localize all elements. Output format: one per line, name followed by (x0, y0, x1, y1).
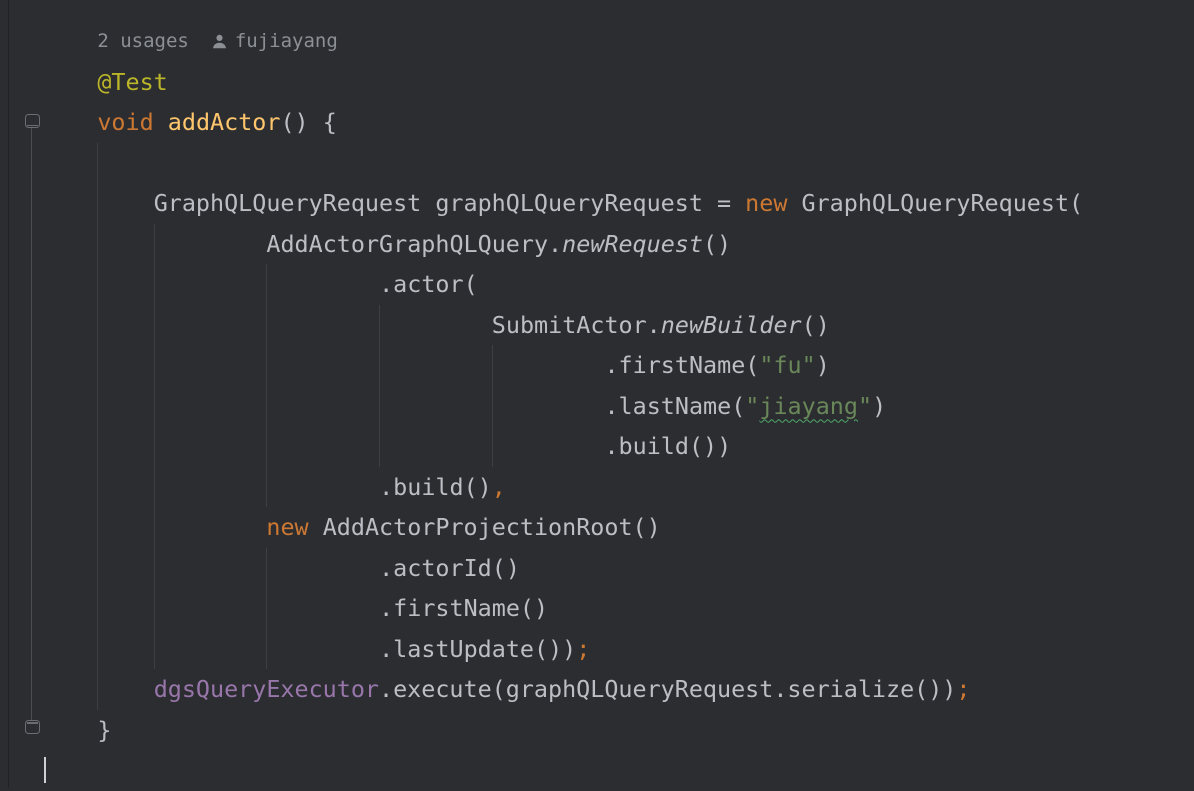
code-line[interactable]: new AddActorProjectionRoot() (41, 507, 1194, 548)
code-line[interactable] (41, 750, 1194, 791)
code-line[interactable]: .actor( (41, 264, 1194, 305)
code-token: , (492, 473, 506, 501)
code-token: AddActorProjectionRoot() (309, 513, 661, 541)
code-token: new (266, 513, 308, 541)
code-token: newBuilder (661, 311, 802, 339)
user-icon (189, 30, 235, 52)
code-token: ) (816, 351, 830, 379)
code-token: () (802, 311, 830, 339)
code-token: .build()) (604, 432, 731, 460)
ide-editor-window: { "app": { "background": "#2b2d31" }, "e… (0, 0, 1194, 788)
code-token: new (745, 189, 787, 217)
code-token: newRequest (562, 230, 703, 258)
code-token: " (858, 392, 872, 420)
editor-screen: 2 usages fujiayang @Test void addActor() { G… (0, 0, 1194, 788)
annotation-token: @Test (97, 68, 167, 96)
code-line[interactable]: .lastUpdate()); (41, 629, 1194, 670)
code-token: .execute(graphQLQueryRequest.serialize()… (379, 675, 956, 703)
code-token: GraphQLQueryRequest( (787, 189, 1083, 217)
typo-string-token: jiayang (759, 392, 858, 420)
code-line[interactable]: GraphQLQueryRequest graphQLQueryRequest … (41, 183, 1194, 224)
fold-region-end-icon[interactable] (25, 720, 40, 734)
method-name-token: addActor (168, 108, 281, 136)
code-token: } (97, 716, 111, 744)
code-token: .lastName( (604, 392, 745, 420)
code-line[interactable]: dgsQueryExecutor.execute(graphQLQueryReq… (41, 669, 1194, 710)
fold-region-start-icon[interactable] (25, 114, 40, 128)
code-line[interactable]: SubmitActor.newBuilder() (41, 305, 1194, 346)
code-line[interactable]: .firstName("fu") (41, 345, 1194, 386)
code-line[interactable]: } (41, 710, 1194, 751)
code-line[interactable] (41, 143, 1194, 184)
code-token: .lastUpdate()) (379, 635, 576, 663)
code-token: " (745, 392, 759, 420)
field-token: dgsQueryExecutor (154, 675, 379, 703)
code-token: .firstName( (604, 351, 759, 379)
code-line[interactable]: @Test (41, 62, 1194, 103)
code-token: GraphQLQueryRequest graphQLQueryRequest … (154, 189, 745, 217)
code-token: ; (576, 635, 590, 663)
code-area[interactable]: 2 usages fujiayang @Test void addActor() { G… (41, 21, 1194, 788)
text-caret (44, 757, 46, 783)
code-token: .firstName() (379, 594, 548, 622)
code-token: () (703, 230, 731, 258)
code-token: void (97, 108, 153, 136)
code-line[interactable]: .build(), (41, 467, 1194, 508)
code-line[interactable]: .lastName("jiayang") (41, 386, 1194, 427)
code-line[interactable]: AddActorGraphQLQuery.newRequest() (41, 224, 1194, 265)
author-name-hint[interactable]: fujiayang (235, 30, 338, 52)
code-token: AddActorGraphQLQuery. (266, 230, 562, 258)
code-token: ) (872, 392, 886, 420)
code-token: ; (956, 675, 970, 703)
fold-range-line (31, 128, 32, 721)
code-line[interactable]: .firstName() (41, 588, 1194, 629)
code-token: "fu" (759, 351, 815, 379)
panel-divider (8, 0, 9, 788)
code-line[interactable]: .build()) (41, 426, 1194, 467)
code-token: .actorId() (379, 554, 520, 582)
code-line[interactable]: .actorId() (41, 548, 1194, 589)
code-token: .build() (379, 473, 492, 501)
usages-count-hint[interactable]: 2 usages (97, 30, 189, 52)
code-line[interactable]: void addActor() { (41, 102, 1194, 143)
code-token: .actor( (379, 270, 478, 298)
code-token: SubmitActor. (492, 311, 661, 339)
code-token: () { (280, 108, 336, 136)
inlay-hint-line[interactable]: 2 usages fujiayang (41, 21, 1194, 62)
code-token (154, 108, 168, 136)
